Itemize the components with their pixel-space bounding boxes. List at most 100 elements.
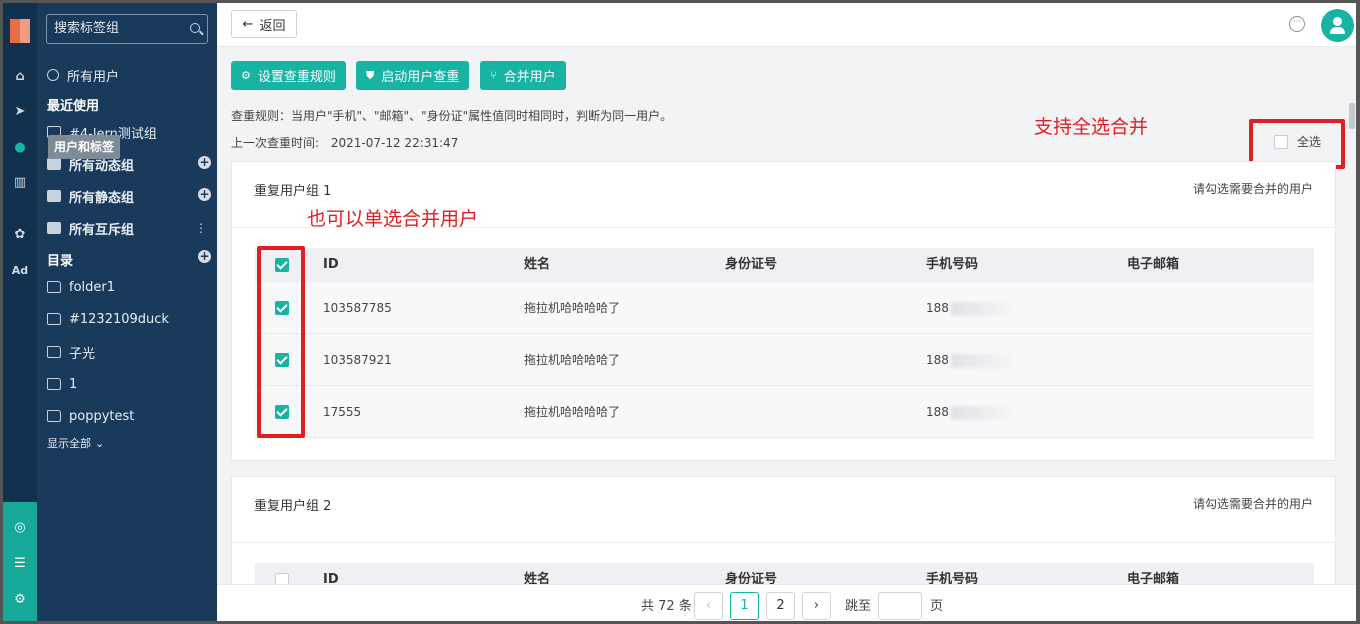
add-dynamic-group-icon[interactable]: +: [198, 156, 211, 169]
sidebar-item-mutex-groups[interactable]: 所有互斥组: [47, 217, 134, 239]
folder-label: #1232109duck: [69, 311, 169, 327]
group-title: 重复用户组 2: [254, 499, 332, 514]
cell-phone: 188: [926, 282, 1013, 334]
total-count: 共 72 条: [641, 599, 692, 614]
header-checkbox[interactable]: [275, 573, 289, 584]
settings-gear-icon[interactable]: ⚙: [3, 588, 37, 610]
cell-id: 103587785: [323, 301, 392, 315]
folder-item[interactable]: folder1: [47, 276, 115, 298]
back-label: 返回: [259, 18, 286, 34]
column-header: 身份证号: [725, 257, 778, 272]
button-label: 启动用户查重: [381, 70, 460, 85]
checkbox[interactable]: [1274, 134, 1288, 149]
page-button[interactable]: 2: [766, 592, 795, 620]
phone-prefix: 188: [926, 405, 949, 419]
folder-label: poppytest: [69, 408, 135, 424]
page-unit-label: 页: [930, 599, 944, 614]
merge-users-button[interactable]: ⑂ 合并用户: [480, 61, 566, 90]
table-header: ID 姓名 身份证号 手机号码 电子邮箱: [255, 248, 1314, 282]
sidebar: 搜索标签组 所有用户 最近使用 #4-lern测试组 所有动态组 + 所有静态组…: [37, 3, 217, 621]
select-all-label: 全选: [1297, 135, 1322, 149]
button-label: 合并用户: [503, 70, 556, 85]
chat-icon[interactable]: ···: [1289, 16, 1305, 32]
arrow-left-icon: ←: [242, 16, 254, 32]
folder-item[interactable]: #1232109duck: [47, 308, 169, 330]
group-icon: [47, 222, 61, 234]
add-static-group-icon[interactable]: +: [198, 188, 211, 201]
next-page-button[interactable]: ›: [802, 592, 831, 620]
duplicate-group-card: 重复用户组 2 请勾选需要合并的用户 ID 姓名 身份证号 手机号码 电子邮箱: [231, 476, 1336, 584]
last-check-time: 上一次查重时间: 2021-07-12 22:31:47: [231, 134, 458, 151]
last-check-label: 上一次查重时间:: [231, 136, 320, 150]
home-icon[interactable]: ⌂: [3, 65, 37, 87]
group-icon: [47, 190, 61, 202]
folder-label: folder1: [69, 279, 116, 295]
sidebar-item-static-groups[interactable]: 所有静态组: [47, 185, 134, 207]
wechat-icon[interactable]: ✿: [3, 223, 37, 245]
column-header: 电子邮箱: [1127, 572, 1180, 584]
table-row: 103587785 拖拉机哈哈哈哈了 188: [255, 282, 1314, 334]
cell-name: 拖拉机哈哈哈哈了: [524, 301, 621, 315]
server-icon[interactable]: ☰: [3, 552, 37, 574]
group-hint: 请勾选需要合并的用户: [1192, 497, 1313, 511]
folder-item[interactable]: poppytest: [47, 405, 134, 427]
bar-chart-icon[interactable]: ▥: [3, 171, 37, 193]
merge-icon: ⑂: [490, 69, 497, 82]
cell-phone: 188: [926, 386, 1013, 438]
users-icon: [47, 69, 59, 81]
app-window: ⌂ ➤ ● ▥ ✿ Ad ◎ ☰ ⚙ 搜索标签组 所有用户 最近使用 #4-le…: [0, 0, 1360, 624]
folder-item[interactable]: 子光: [47, 341, 95, 363]
column-header: 电子邮箱: [1127, 257, 1180, 272]
send-icon[interactable]: ➤: [3, 100, 37, 122]
blurred-phone: [950, 405, 1013, 420]
logo: [10, 19, 30, 43]
search-placeholder: 搜索标签组: [54, 21, 120, 36]
sidebar-item-all-users[interactable]: 所有用户: [47, 64, 119, 86]
show-all-link[interactable]: 显示全部 ⌄: [47, 432, 104, 454]
set-rule-button[interactable]: ⚙ 设置查重规则: [231, 61, 346, 90]
shield-icon: ⛊: [366, 68, 375, 82]
sidebar-item-label: 所有静态组: [69, 190, 135, 206]
icon-rail: ⌂ ➤ ● ▥ ✿ Ad ◎ ☰ ⚙: [3, 3, 37, 621]
sidebar-item-label: 所有互斥组: [69, 222, 135, 238]
group-hint: 请勾选需要合并的用户: [1192, 182, 1313, 196]
avatar[interactable]: [1321, 9, 1354, 42]
folder-icon: [47, 281, 61, 293]
top-bar: ← 返回 ···: [217, 3, 1356, 47]
button-label: 设置查重规则: [257, 70, 336, 85]
table-row: 103587921 拖拉机哈哈哈哈了 188: [255, 334, 1314, 386]
select-all-checkbox[interactable]: 全选: [1274, 133, 1321, 150]
prev-page-button[interactable]: ‹: [694, 592, 723, 620]
start-check-button[interactable]: ⛊ 启动用户查重: [356, 61, 470, 90]
gear-icon: ⚙: [241, 69, 251, 82]
annotation-select-all: 支持全选合并: [1034, 116, 1149, 138]
folder-label: 1: [69, 376, 78, 392]
column-header: 姓名: [524, 257, 551, 272]
folder-icon: [47, 313, 61, 325]
service-icon[interactable]: ◎: [3, 516, 37, 538]
scrollbar[interactable]: [1346, 47, 1356, 584]
content: ⚙ 设置查重规则 ⛊ 启动用户查重 ⑂ 合并用户 查重规则：当用户"手机"、"邮…: [217, 47, 1346, 584]
blurred-phone: [950, 301, 1013, 316]
column-header: 姓名: [524, 572, 551, 584]
catalog-heading: 目录: [47, 254, 74, 269]
last-check-value: 2021-07-12 22:31:47: [330, 136, 459, 150]
pagination: 共 72 条 ‹ 1 2 › 跳至 页: [217, 584, 1356, 621]
sidebar-item-label: 所有用户: [67, 69, 120, 85]
back-button[interactable]: ← 返回: [231, 10, 297, 38]
rail-bottom: ◎ ☰ ⚙: [3, 502, 37, 621]
folder-item[interactable]: 1: [47, 373, 77, 395]
phone-prefix: 188: [926, 353, 949, 367]
user-icon[interactable]: ●: [3, 136, 37, 158]
jump-page-input[interactable]: [878, 592, 922, 620]
ad-icon[interactable]: Ad: [3, 259, 37, 281]
add-folder-icon[interactable]: +: [198, 250, 211, 263]
column-header: ID: [323, 572, 339, 584]
column-header: 身份证号: [725, 572, 778, 584]
more-options-icon[interactable]: ⋮: [195, 222, 207, 234]
scrollbar-thumb[interactable]: [1349, 103, 1355, 129]
page-button[interactable]: 1: [730, 592, 759, 620]
search-icon: [190, 23, 200, 33]
search-input[interactable]: 搜索标签组: [46, 14, 208, 44]
folder-icon: [47, 410, 61, 422]
